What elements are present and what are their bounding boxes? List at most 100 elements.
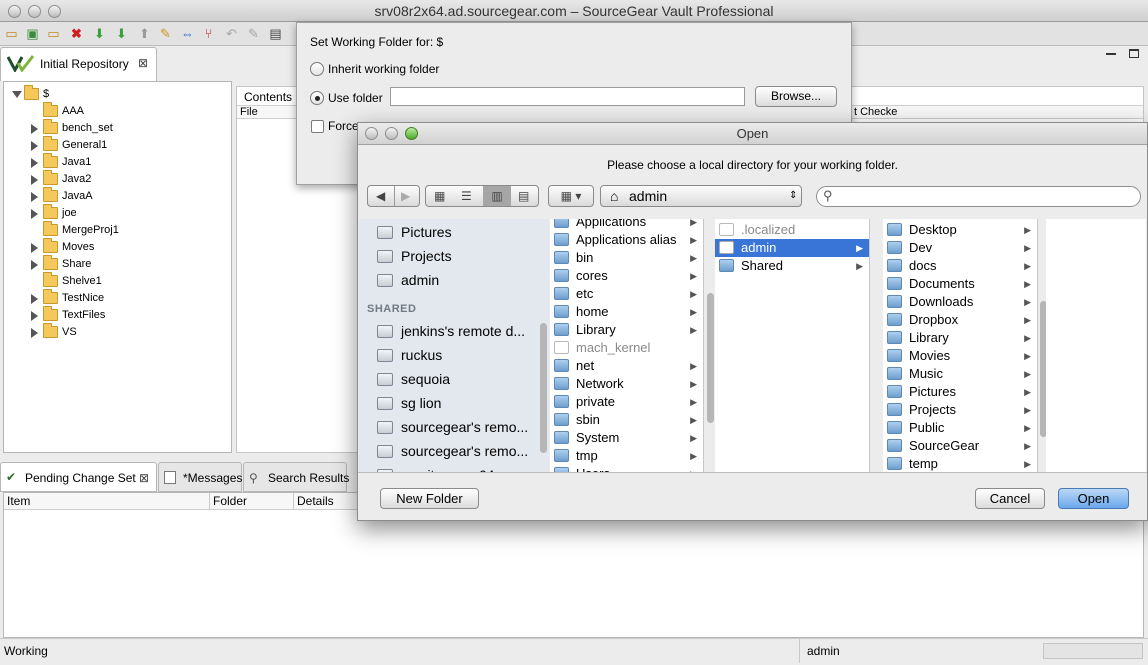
collapsed-triangle-icon[interactable] <box>31 294 38 304</box>
sidebar-item[interactable]: sourcegear's remo... <box>377 417 547 437</box>
tree-item[interactable]: JavaA <box>4 187 229 205</box>
browser-item[interactable]: Movies ▶ <box>883 347 1037 365</box>
browser-item[interactable]: Desktop ▶ <box>883 221 1037 239</box>
browser-item[interactable]: Library ▶ <box>883 329 1037 347</box>
column-file[interactable]: File <box>240 106 258 118</box>
tree-item[interactable]: AAA <box>4 102 229 120</box>
browser-item[interactable]: sbin ▶ <box>550 411 703 429</box>
browser-item[interactable]: SourceGear ▶ <box>883 437 1037 455</box>
browser-item[interactable]: Dropbox ▶ <box>883 311 1037 329</box>
force-checkbox[interactable] <box>311 120 324 133</box>
tree-item[interactable]: Shelve1 <box>4 272 229 290</box>
search-field[interactable]: ⚲ <box>816 186 1141 207</box>
tree-item[interactable]: bench_set <box>4 119 229 137</box>
column-view-icon[interactable]: ▥ <box>483 186 511 206</box>
tree-item[interactable]: Java1 <box>4 153 229 171</box>
tree-item[interactable]: VS <box>4 323 229 341</box>
tab-pending-change-set[interactable]: ✔ Pending Change Set ⊠ <box>0 462 157 492</box>
branch-icon[interactable]: ⑂ <box>201 26 216 41</box>
browser-item[interactable]: Public ▶ <box>883 419 1037 437</box>
collapsed-triangle-icon[interactable] <box>31 141 38 151</box>
column1-scrollbar[interactable] <box>707 293 714 423</box>
open-folder-icon[interactable]: ▭ <box>4 26 19 41</box>
tree-item[interactable]: joe <box>4 204 229 222</box>
coverflow-view-icon[interactable]: ▤ <box>518 186 529 206</box>
label-icon[interactable]: ✎ <box>158 26 173 41</box>
tree-item[interactable]: General1 <box>4 136 229 154</box>
browser-item[interactable]: home ▶ <box>550 303 703 321</box>
sidebar-item[interactable]: Pictures <box>377 222 547 242</box>
browser-item[interactable]: net ▶ <box>550 357 703 375</box>
browser-item[interactable]: Music ▶ <box>883 365 1037 383</box>
diff-icon[interactable]: ⇔ <box>180 26 195 41</box>
get-latest-icon[interactable]: ⬇ <box>92 26 107 41</box>
cancel-button[interactable]: Cancel <box>975 488 1045 509</box>
path-popup[interactable]: ⌂ admin ⇕ <box>600 185 802 207</box>
tab-search-results[interactable]: ⚲ Search Results <box>243 462 349 492</box>
column-item[interactable]: Item <box>4 493 210 510</box>
browser-item[interactable]: .localized <box>715 221 869 239</box>
maximize-view-icon[interactable] <box>1129 49 1139 58</box>
browse-button[interactable]: Browse... <box>755 86 837 107</box>
collapsed-triangle-icon[interactable] <box>31 260 38 270</box>
collapsed-triangle-icon[interactable] <box>31 192 38 202</box>
browser-item[interactable]: Documents ▶ <box>883 275 1037 293</box>
sidebar-item[interactable]: sourcegear's remo... <box>377 441 547 461</box>
close-tab-icon[interactable]: ⊠ <box>138 56 148 70</box>
collapsed-triangle-icon[interactable] <box>31 209 38 219</box>
browser-item[interactable]: tmp ▶ <box>550 447 703 465</box>
browser-item[interactable]: cores ▶ <box>550 267 703 285</box>
browser-item[interactable]: Network ▶ <box>550 375 703 393</box>
browser-item[interactable]: Pictures ▶ <box>883 383 1037 401</box>
new-folder-button[interactable]: New Folder <box>380 488 479 509</box>
open-button[interactable]: Open <box>1058 488 1129 509</box>
browser-item[interactable]: Downloads ▶ <box>883 293 1037 311</box>
browser-item[interactable]: Shared ▶ <box>715 257 869 275</box>
tab-messages[interactable]: *Messages <box>158 462 242 492</box>
expanded-triangle-icon[interactable] <box>12 91 22 98</box>
browser-item[interactable]: Applications ▶ <box>550 219 703 231</box>
close-dialog-button[interactable] <box>365 127 378 140</box>
collapsed-triangle-icon[interactable] <box>31 311 38 321</box>
sidebar-item[interactable]: Projects <box>377 246 547 266</box>
browser-item[interactable]: System ▶ <box>550 429 703 447</box>
tree-item[interactable]: $ <box>4 85 229 103</box>
minimize-dialog-button[interactable] <box>385 127 398 140</box>
close-window-button[interactable] <box>8 5 21 18</box>
sidebar-item[interactable]: ruckus <box>377 345 547 365</box>
arrange-menu[interactable]: ▦ ▾ <box>548 185 594 207</box>
browser-item[interactable]: etc ▶ <box>550 285 703 303</box>
browser-item[interactable]: Projects ▶ <box>883 401 1037 419</box>
sidebar-scrollbar[interactable] <box>540 323 547 453</box>
browser-item[interactable]: Library ▶ <box>550 321 703 339</box>
zoom-dialog-button[interactable] <box>405 127 418 140</box>
edit-icon[interactable]: ✎ <box>246 26 261 41</box>
tree-item[interactable]: MergeProj1 <box>4 221 229 239</box>
browser-item[interactable]: private ▶ <box>550 393 703 411</box>
browser-item[interactable]: bin ▶ <box>550 249 703 267</box>
collapsed-triangle-icon[interactable] <box>31 328 38 338</box>
tree-item[interactable]: Share <box>4 255 229 273</box>
list-view-icon[interactable]: ☰ <box>461 186 472 206</box>
tree-item[interactable]: Java2 <box>4 170 229 188</box>
add-icon[interactable]: ▣ <box>25 26 40 41</box>
delete-icon[interactable]: ✖ <box>69 26 84 41</box>
undo-icon[interactable]: ↶ <box>224 26 239 41</box>
sidebar-item[interactable]: varsity_osx_64 <box>377 465 547 472</box>
inherit-radio[interactable] <box>310 62 324 76</box>
contents-tab[interactable]: Contents <box>244 90 292 104</box>
folder-icon[interactable]: ▭ <box>46 26 61 41</box>
browser-item[interactable]: Applications alias ▶ <box>550 231 703 249</box>
checkin-icon[interactable]: ⬆ <box>137 26 152 41</box>
close-tab-icon[interactable]: ⊠ <box>139 463 149 493</box>
sidebar-item[interactable]: sg lion <box>377 393 547 413</box>
search-input[interactable] <box>839 189 1134 204</box>
sidebar-item[interactable]: sequoia <box>377 369 547 389</box>
column-folder[interactable]: Folder <box>210 493 294 510</box>
sidebar-item[interactable]: jenkins's remote d... <box>377 321 547 341</box>
icon-view-icon[interactable]: ▦ <box>434 186 445 206</box>
column-details[interactable]: Details <box>294 493 364 510</box>
browser-item[interactable]: admin ▶ <box>715 239 869 257</box>
back-icon[interactable]: ◀ <box>376 186 385 206</box>
column-checked-out[interactable]: t Checke <box>854 106 897 118</box>
